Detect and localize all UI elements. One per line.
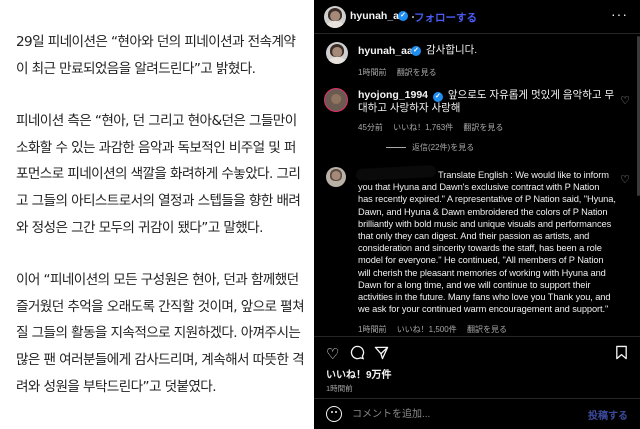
comment-meta: 1時間前 いいね！1,500件 翻訳を見る	[358, 324, 515, 335]
caption-comment: hyunah_aa ✓ 감사합니다. 1時間前 翻訳を見る	[314, 40, 640, 80]
comment-text: 감사합니다.	[426, 44, 478, 56]
see-translation-link[interactable]: 翻訳を見る	[463, 123, 503, 132]
share-icon[interactable]	[374, 345, 389, 364]
header-username[interactable]: hyunah_aa	[350, 10, 405, 22]
emoji-icon[interactable]	[326, 406, 342, 422]
news-article: 29일 피네이션은 “현아와 던의 피네이션과 전속계약이 최근 만료되었음을 …	[0, 0, 314, 429]
avatar[interactable]	[324, 88, 348, 112]
article-paragraph-2: 피네이션 측은 “현아, 던 그리고 현아&던은 그들만이 소화할 수 있는 과…	[16, 113, 301, 236]
comment-item: Translate English : We would like to inf…	[314, 163, 640, 343]
bookmark-icon[interactable]	[615, 345, 628, 364]
comment-username[interactable]: hyojong_1994	[358, 89, 428, 101]
comment-time: 1時間前	[358, 325, 387, 334]
like-comment-icon[interactable]: ♡	[620, 173, 630, 186]
comment-meta: 45分前 いいね！1,763件 翻訳を見る	[358, 122, 511, 133]
verified-icon: ✓	[432, 92, 443, 102]
comment-icon[interactable]	[350, 345, 365, 364]
article-paragraph-1: 29일 피네이션은 “현아와 던의 피네이션과 전속계약이 최근 만료되었음을 …	[16, 34, 296, 77]
action-bar: ♡	[314, 336, 640, 366]
avatar[interactable]	[326, 42, 348, 64]
avatar[interactable]	[324, 6, 346, 28]
comment-meta: 1時間前 翻訳を見る	[358, 67, 445, 78]
comment-likes[interactable]: いいね！1,500件	[397, 325, 457, 334]
post-comment-button[interactable]: 投稿する	[588, 407, 628, 422]
comment-item: hyojong_1994 ✓ 앞으로도 자유롭게 멋있게 음악하고 무대하고 사…	[314, 86, 640, 166]
post-time: 1時間前	[326, 384, 353, 393]
see-translation-link[interactable]: 翻訳を見る	[397, 68, 437, 77]
like-comment-icon[interactable]: ♡	[620, 94, 630, 107]
view-replies-link[interactable]: 返信(22件)を見る	[386, 142, 482, 153]
comment-body: hyojong_1994 ✓ 앞으로도 자유롭게 멋있게 음악하고 무대하고 사…	[358, 89, 620, 115]
comment-text: Translate English : We would like to inf…	[358, 170, 616, 315]
verified-icon: ✓	[411, 46, 421, 56]
instagram-post-panel: hyunah_aa ✓ ・ フォローする ··· hyunah_aa ✓ 감사합…	[314, 0, 640, 429]
heart-icon[interactable]: ♡	[326, 345, 339, 363]
add-comment-bar: 投稿する	[314, 398, 640, 429]
more-options-icon[interactable]: ···	[611, 6, 628, 22]
comment-time: 45分前	[358, 123, 383, 132]
comment-time: 1時間前	[358, 68, 387, 77]
comment-username[interactable]: hyunah_aa	[358, 45, 413, 57]
comment-likes[interactable]: いいね！1,763件	[393, 123, 453, 132]
see-translation-link[interactable]: 翻訳を見る	[467, 325, 507, 334]
comment-input[interactable]	[352, 407, 552, 422]
post-likes-count[interactable]: いいね！9万件	[326, 366, 392, 381]
post-header: hyunah_aa ✓ ・ フォローする ···	[314, 0, 640, 34]
avatar[interactable]	[326, 167, 346, 187]
follow-button[interactable]: フォローする	[414, 10, 477, 25]
verified-icon: ✓	[398, 11, 408, 21]
article-paragraph-3: 이어 “피네이션의 모든 구성원은 현아, 던과 함께했던 즐거웠던 추억을 오…	[16, 272, 305, 395]
